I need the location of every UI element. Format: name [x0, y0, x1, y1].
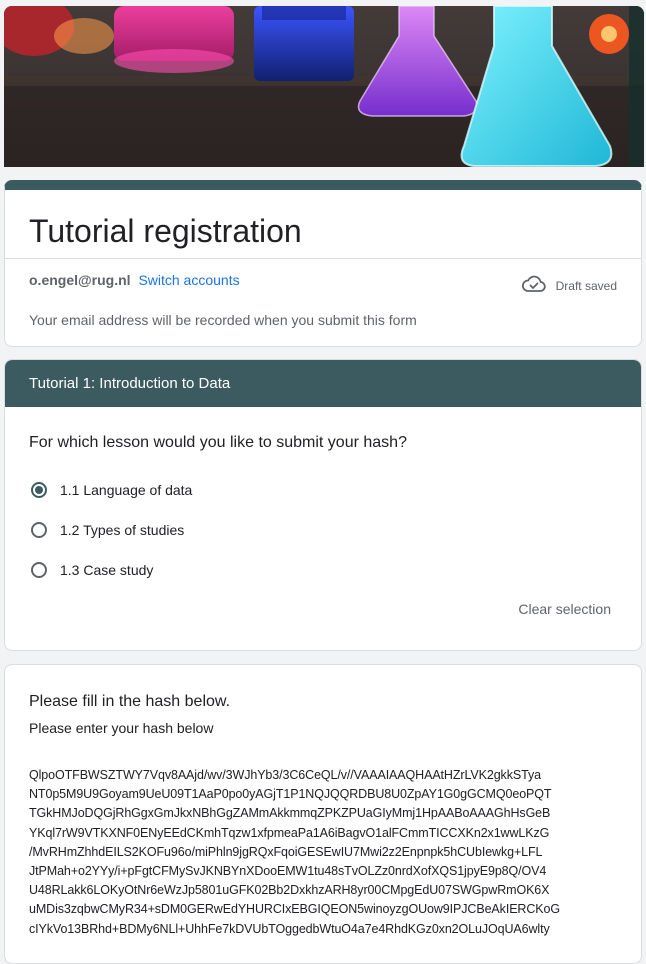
radio-button-selected[interactable]: [31, 482, 47, 498]
radio-button[interactable]: [31, 522, 47, 538]
cloud-check-icon: [521, 275, 546, 296]
account-row: o.engel@rug.nl Switch accounts: [29, 272, 240, 288]
option-label: 1.1 Language of data: [60, 482, 193, 498]
form-title: Tutorial registration: [29, 213, 302, 249]
draft-status: Draft saved: [521, 275, 617, 296]
lab-flasks-image: [4, 6, 644, 167]
question-title: For which lesson would you like to submi…: [29, 434, 407, 451]
lesson-question-card: Tutorial 1: Introduction to Data For whi…: [4, 359, 642, 651]
email-recorded-notice: Your email address will be recorded when…: [29, 312, 417, 328]
section-header: Tutorial 1: Introduction to Data: [5, 360, 641, 407]
radio-option-1-3[interactable]: 1.3 Case study: [29, 562, 153, 578]
hash-question-description: Please enter your hash below: [29, 720, 214, 736]
option-label: 1.3 Case study: [60, 562, 154, 578]
hash-question-card: Please fill in the hash below. Please en…: [4, 664, 642, 964]
clear-selection-button[interactable]: Clear selection: [518, 601, 611, 617]
radio-option-1-1[interactable]: 1.1 Language of data: [29, 482, 192, 498]
hash-question-title: Please fill in the hash below.: [29, 693, 231, 710]
option-label: 1.2 Types of studies: [60, 522, 185, 538]
header-divider: [5, 258, 641, 259]
switch-accounts-link[interactable]: Switch accounts: [138, 272, 239, 288]
form-header-card: Tutorial registration o.engel@rug.nl Swi…: [4, 180, 642, 347]
radio-button[interactable]: [31, 562, 47, 578]
header-banner-image: [4, 6, 644, 167]
hash-text-field[interactable]: QlpoOTFBWSZTWY7Vqv8AAjd/wv/3WJhYb3/3C6Ce…: [29, 766, 629, 939]
account-email: o.engel@rug.nl: [29, 272, 131, 288]
radio-option-1-2[interactable]: 1.2 Types of studies: [29, 522, 184, 538]
draft-status-label: Draft saved: [555, 278, 617, 293]
